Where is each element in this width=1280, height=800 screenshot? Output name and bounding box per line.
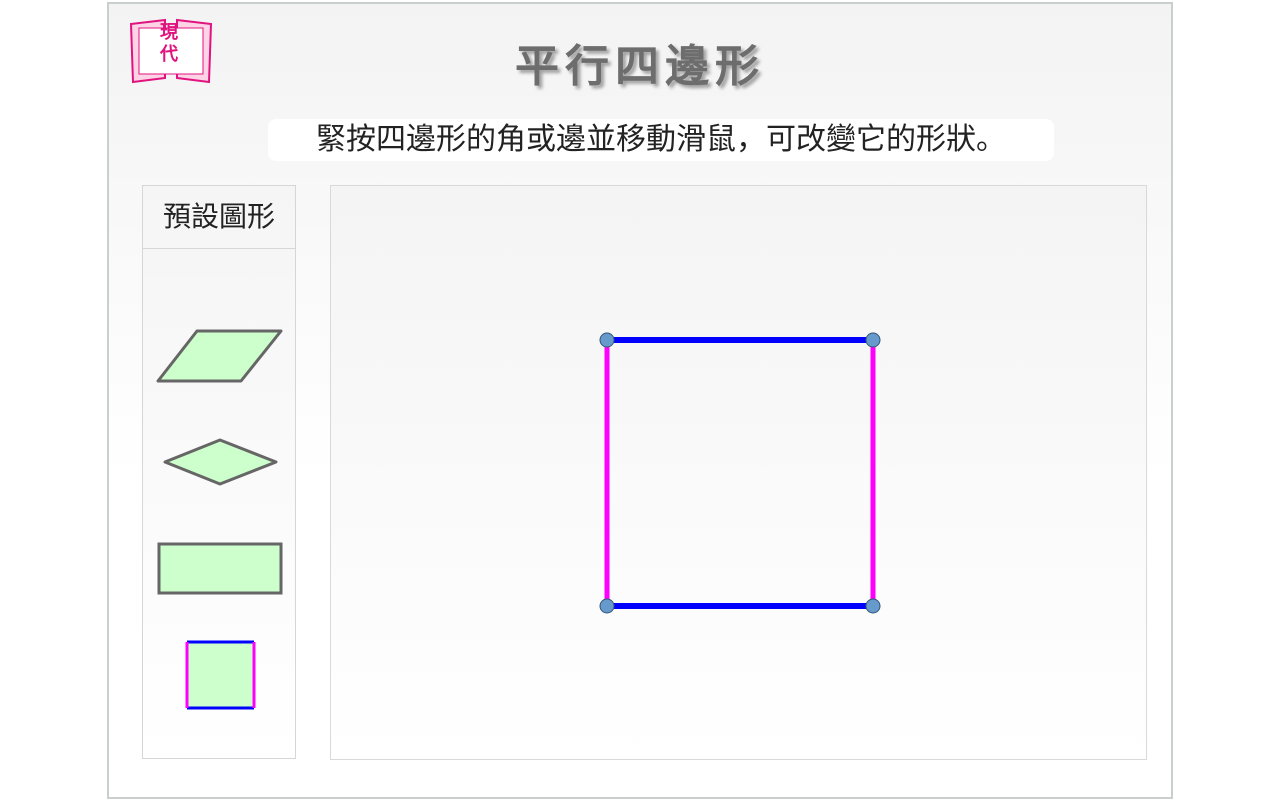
preset-panel-title: 預設圖形: [143, 186, 295, 249]
quadrilateral-drawing[interactable]: [331, 186, 1146, 759]
page-title: 平行四邊形: [515, 41, 765, 92]
preset-rectangle-button[interactable]: [153, 540, 285, 596]
vertex-handle-top-right[interactable]: [865, 332, 881, 348]
preset-square-button[interactable]: [153, 638, 285, 710]
rectangle-shape: [157, 542, 283, 595]
instruction-text: 緊按四邊形的角或邊並移動滑鼠，可改變它的形狀。: [268, 119, 1054, 161]
preset-parallelogram-button[interactable]: [153, 326, 285, 386]
square-shape: [187, 642, 254, 708]
vertex-handle-top-left[interactable]: [599, 332, 615, 348]
preset-rhombus-button[interactable]: [153, 436, 285, 492]
rhombus-shape: [163, 438, 278, 486]
vertex-handle-bottom-right[interactable]: [865, 598, 881, 614]
drawing-canvas[interactable]: [330, 185, 1147, 760]
parallelogram-shape: [156, 329, 283, 383]
vertex-handle-bottom-left[interactable]: [599, 598, 615, 614]
preset-shapes-panel: 預設圖形: [142, 185, 296, 759]
